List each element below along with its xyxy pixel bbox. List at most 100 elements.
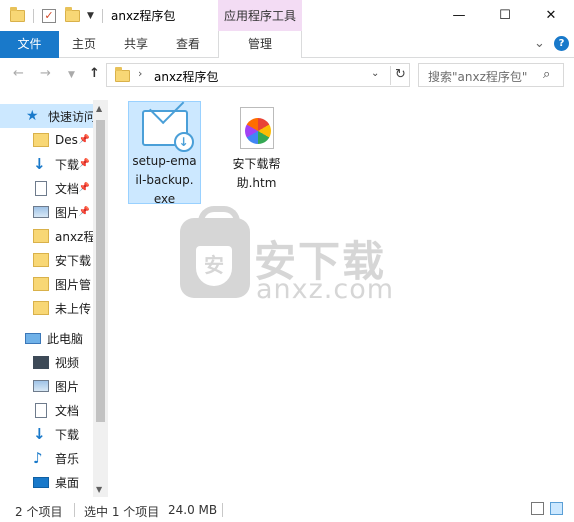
status-divider — [222, 503, 223, 517]
status-divider — [74, 503, 75, 517]
download-icon: ↓ — [33, 155, 46, 173]
picture-icon — [33, 206, 49, 218]
sidebar-item-label: 下载 — [55, 157, 80, 172]
pin-icon: 📌 — [78, 207, 90, 217]
sidebar-item-quick-access[interactable]: ★ 快速访问 — [0, 104, 94, 128]
sidebar-item-label: 桌面 — [55, 475, 80, 490]
breadcrumb-chevron-icon[interactable]: › — [138, 67, 142, 80]
item-count: 2 个项目 — [15, 505, 63, 519]
help-button[interactable]: ? — [554, 36, 569, 51]
sidebar-item-label: 此电脑 — [47, 331, 84, 346]
tab-manage[interactable]: 管理 — [218, 31, 302, 58]
sidebar-item-pc-documents[interactable]: 文档 — [0, 398, 94, 422]
window-title: anxz程序包 — [111, 9, 176, 23]
sidebar-item-label: 文档 — [55, 403, 80, 418]
tab-view[interactable]: 查看 — [166, 31, 210, 58]
close-button[interactable]: ✕ — [528, 0, 574, 31]
email-backup-icon: ↓ — [141, 110, 194, 152]
navigation-pane: ★ 快速访问 Des 📌 ↓ 下载 📌 文档 📌 图片 📌 anxz程 安下载 … — [0, 96, 108, 497]
sidebar-item-this-pc[interactable]: 此电脑 — [0, 326, 94, 350]
forward-button[interactable]: → — [40, 66, 51, 81]
sidebar-item-pc-downloads[interactable]: ↓ 下载 — [0, 422, 94, 446]
file-name-line: il-backup. — [135, 173, 194, 187]
download-icon: ↓ — [33, 425, 46, 443]
check-icon: ✓ — [42, 9, 56, 23]
tab-home[interactable]: 主页 — [62, 31, 106, 58]
picture-icon — [33, 380, 49, 392]
pin-icon: 📌 — [78, 135, 90, 145]
chevron-down-icon: ▼ — [68, 70, 75, 80]
pin-icon: 📌 — [78, 159, 90, 169]
sidebar-item-picture-manager[interactable]: 图片管 — [0, 272, 94, 296]
sidebar-item-pictures[interactable]: 图片 📌 — [0, 200, 94, 224]
expand-ribbon-button[interactable]: ⌄ — [534, 36, 545, 51]
sidebar-item-label: 文档 — [55, 181, 80, 196]
pin-icon: 📌 — [78, 183, 90, 193]
search-icon: ⌕ — [543, 67, 551, 82]
sidebar-item-label: anxz程 — [55, 229, 94, 244]
large-icons-view-button[interactable] — [550, 502, 563, 515]
folder-icon — [33, 253, 49, 267]
search-placeholder: 搜索"anxz程序包" — [428, 70, 528, 84]
video-icon — [33, 355, 49, 369]
back-button[interactable]: ← — [13, 66, 24, 81]
customize-quick-access-button[interactable]: ▼ — [87, 6, 94, 26]
sidebar-item-label: 图片管 — [55, 277, 92, 292]
address-bar[interactable]: › anxz程序包 ⌄ ↻ — [106, 63, 410, 87]
arrow-right-icon: → — [40, 66, 51, 81]
details-view-button[interactable] — [531, 502, 544, 515]
refresh-button[interactable]: ↻ — [390, 66, 410, 85]
title-divider — [102, 9, 103, 23]
document-icon — [35, 180, 47, 196]
folder-icon — [33, 229, 49, 243]
sidebar-item-anxiazai[interactable]: 安下载 — [0, 248, 94, 272]
selection-size: 24.0 MB — [168, 503, 218, 517]
desktop-icon — [33, 476, 49, 488]
sidebar-item-anxz[interactable]: anxz程 — [0, 224, 94, 248]
properties-button[interactable]: ✓ — [42, 6, 56, 26]
tab-file[interactable]: 文件 — [0, 31, 59, 58]
sidebar-item-label: 安下载 — [55, 253, 92, 268]
file-name-line: 助.htm — [236, 176, 277, 190]
address-dropdown-icon[interactable]: ⌄ — [371, 68, 379, 79]
sidebar-item-desktop[interactable]: Des 📌 — [0, 128, 94, 152]
sidebar-item-label: 图片 — [55, 379, 80, 394]
star-icon: ★ — [26, 108, 39, 124]
sidebar-item-label: Des — [55, 133, 78, 147]
search-input[interactable]: 搜索"anxz程序包" ⌕ — [418, 63, 564, 87]
sidebar-item-videos[interactable]: 视频 — [0, 350, 94, 374]
scrollbar-thumb[interactable] — [96, 120, 105, 422]
file-name-line: exe — [153, 192, 176, 206]
folder-icon — [10, 6, 25, 26]
nav-scrollbar[interactable]: ▲ ▼ — [93, 100, 108, 497]
document-icon — [35, 402, 47, 418]
up-button[interactable]: ↑ — [89, 66, 100, 81]
selection-count: 选中 1 个项目 — [84, 505, 160, 519]
arrow-left-icon: ← — [13, 66, 24, 81]
maximize-button[interactable]: ☐ — [482, 0, 528, 31]
computer-icon — [25, 332, 41, 344]
refresh-icon: ↻ — [395, 67, 406, 82]
recent-locations-button[interactable]: ▼ — [68, 70, 75, 80]
sidebar-item-label: 未上传 — [55, 301, 92, 316]
sidebar-item-music[interactable]: ♪ 音乐 — [0, 446, 94, 470]
sidebar-item-pc-pictures[interactable]: 图片 — [0, 374, 94, 398]
scroll-down-icon[interactable]: ▼ — [96, 485, 102, 494]
file-item[interactable]: 安下载帮 助.htm — [220, 101, 293, 190]
sidebar-item-label: 音乐 — [55, 451, 80, 466]
quick-access-divider — [33, 9, 34, 23]
scroll-up-icon[interactable]: ▲ — [96, 104, 102, 113]
file-item[interactable]: ↓ setup-ema il-backup. exe — [128, 101, 201, 206]
sidebar-item-label: 视频 — [55, 355, 80, 370]
folder-icon — [33, 277, 49, 291]
htm-file-icon — [239, 107, 274, 149]
minimize-button[interactable]: — — [436, 0, 482, 31]
sidebar-item-documents[interactable]: 文档 📌 — [0, 176, 94, 200]
tab-share[interactable]: 共享 — [114, 31, 158, 58]
new-folder-button[interactable] — [65, 6, 80, 26]
sidebar-item-desktop-pc[interactable]: 桌面 — [0, 470, 94, 494]
sidebar-item-not-uploaded[interactable]: 未上传 — [0, 296, 94, 320]
sidebar-item-downloads[interactable]: ↓ 下载 📌 — [0, 152, 94, 176]
file-name-line: setup-ema — [132, 154, 197, 168]
breadcrumb[interactable]: anxz程序包 — [154, 68, 218, 85]
